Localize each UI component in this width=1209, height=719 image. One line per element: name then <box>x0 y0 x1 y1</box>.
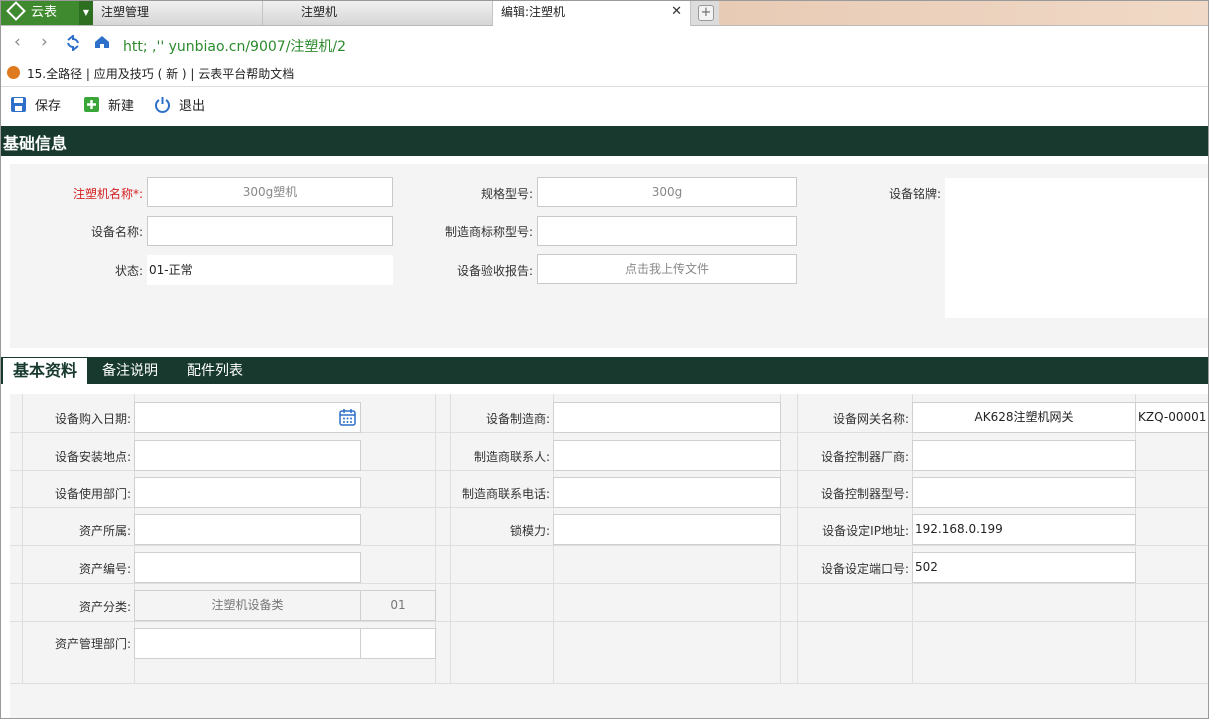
tab-label: 编辑:注塑机 <box>501 5 566 19</box>
asset-class-code: 01 <box>360 590 436 621</box>
refresh-icon[interactable] <box>65 35 81 51</box>
app-menu-dropdown-icon[interactable]: ▼ <box>79 1 93 25</box>
add-icon <box>84 97 99 112</box>
save-icon <box>11 97 26 112</box>
exit-button[interactable]: 退出 <box>154 96 205 118</box>
asset-department-code <box>360 628 436 659</box>
tab-basic-data[interactable]: 基本资料 <box>3 358 88 384</box>
manufacturer-model-field[interactable] <box>537 216 797 246</box>
asset-number-label: 资产编号: <box>78 562 131 576</box>
section-title: 基础信息 <box>3 134 68 153</box>
controller-model-field[interactable] <box>912 477 1136 508</box>
device-name-field[interactable] <box>147 216 393 246</box>
spec-label: 规格型号: <box>480 187 533 201</box>
asset-number-field[interactable] <box>134 552 361 583</box>
install-location-field[interactable] <box>134 440 361 471</box>
new-label: 新建 <box>108 99 135 114</box>
nameplate-image-area[interactable] <box>945 178 1208 318</box>
asset-class-label: 资产分类: <box>78 600 131 614</box>
app-logo-icon <box>6 1 26 21</box>
asset-owner-label: 资产所属: <box>78 524 131 538</box>
back-icon[interactable]: ‹ <box>14 32 21 52</box>
use-department-label: 设备使用部门: <box>54 487 131 501</box>
spec-field[interactable]: 300g <box>537 177 797 207</box>
bookmark-icon <box>7 66 20 79</box>
controller-manufacturer-label: 设备控制器厂商: <box>820 450 909 464</box>
tab-strip: 云表 ▼ 注塑管理 注塑机 编辑:注塑机 ✕ + <box>1 1 1208 26</box>
manufacturer-model-label: 制造商标称型号: <box>444 225 533 239</box>
grid-divider <box>797 394 798 684</box>
grid-divider <box>10 545 1208 546</box>
new-button[interactable]: 新建 <box>83 96 134 118</box>
forward-icon[interactable]: › <box>41 32 48 52</box>
grid-divider <box>10 683 1208 684</box>
tab-remarks[interactable]: 备注说明 <box>102 358 158 384</box>
port-field[interactable]: 502 <box>912 552 1136 583</box>
home-icon[interactable] <box>94 35 110 49</box>
asset-owner-field[interactable] <box>134 514 361 545</box>
port-label: 设备设定端口号: <box>820 562 909 576</box>
manufacturer-phone-label: 制造商联系电话: <box>461 487 550 501</box>
machine-name-field[interactable]: 300g塑机 <box>147 177 393 207</box>
purchase-date-field[interactable] <box>134 402 361 433</box>
clamp-force-field[interactable] <box>553 514 781 545</box>
purchase-date-label: 设备购入日期: <box>54 412 131 426</box>
grid-divider <box>10 621 1208 622</box>
controller-model-label: 设备控制器型号: <box>820 487 909 501</box>
browser-window: 云表 ▼ 注塑管理 注塑机 编辑:注塑机 ✕ + ‹ › htt; ,'' yun… <box>0 0 1209 719</box>
ip-address-label: 设备设定IP地址: <box>822 524 909 538</box>
use-department-field[interactable] <box>134 477 361 508</box>
gateway-code: KZQ-00001 <box>1135 402 1208 433</box>
manufacturer-phone-field[interactable] <box>553 477 781 508</box>
asset-class-field[interactable]: 注塑机设备类 <box>134 590 361 621</box>
bookmark-bar: 15.全路径 | 应用及技巧 ( 新 ) | 云表平台帮助文档 <box>1 61 1208 87</box>
controller-manufacturer-field[interactable] <box>912 440 1136 471</box>
gateway-name-field[interactable]: AK628注塑机网关 <box>912 402 1136 433</box>
power-icon <box>155 97 170 113</box>
grid-divider <box>450 394 451 684</box>
app-name: 云表 <box>31 5 58 20</box>
upload-file-button[interactable]: 点击我上传文件 <box>537 254 797 284</box>
machine-name-label: 注塑机名称*: <box>72 187 143 201</box>
manufacturer-contact-label: 制造商联系人: <box>473 450 550 464</box>
asset-department-label: 资产管理部门: <box>54 637 131 651</box>
tab-strip-background <box>719 1 1208 25</box>
app-menu-button[interactable]: 云表 <box>1 1 79 25</box>
status-label: 状态: <box>114 264 143 278</box>
gateway-name-label: 设备网关名称: <box>832 412 909 426</box>
asset-department-field[interactable] <box>134 628 361 659</box>
subtab-bar <box>1 357 1208 384</box>
ip-address-field[interactable]: 192.168.0.199 <box>912 514 1136 545</box>
acceptance-report-label: 设备验收报告: <box>456 264 533 278</box>
navigation-bar: ‹ › htt; ,'' yunbiao.cn/9007/注塑机/2 <box>1 26 1208 61</box>
calendar-icon[interactable] <box>339 409 356 426</box>
exit-label: 退出 <box>179 99 206 114</box>
tab-label: 注塑管理 <box>101 5 150 19</box>
manufacturer-contact-field[interactable] <box>553 440 781 471</box>
tab-parts-list[interactable]: 配件列表 <box>187 358 243 384</box>
save-button[interactable]: 保存 <box>10 96 61 118</box>
close-tab-icon[interactable]: ✕ <box>671 1 682 23</box>
status-field[interactable]: 01-正常 <box>147 255 393 285</box>
clamp-force-label: 锁模力: <box>509 524 550 538</box>
section-header: 基础信息 <box>1 126 1208 156</box>
tab-edit-injection-machine[interactable]: 编辑:注塑机 ✕ <box>493 1 691 26</box>
tab-injection-management[interactable]: 注塑管理 <box>93 1 263 25</box>
toolbar: 保存 新建 退出 <box>1 88 1208 126</box>
device-name-label: 设备名称: <box>90 225 143 239</box>
bookmark-links[interactable]: 15.全路径 | 应用及技巧 ( 新 ) | 云表平台帮助文档 <box>27 65 294 82</box>
nameplate-label: 设备铭牌: <box>888 187 941 201</box>
manufacturer-field[interactable] <box>553 402 781 433</box>
new-tab-icon[interactable]: + <box>698 5 714 21</box>
address-bar[interactable]: htt; ,'' yunbiao.cn/9007/注塑机/2 <box>123 36 346 56</box>
install-location-label: 设备安装地点: <box>54 450 131 464</box>
tab-injection-machine[interactable]: 注塑机 <box>263 1 493 25</box>
grid-divider <box>10 583 1208 584</box>
manufacturer-label: 设备制造商: <box>485 412 550 426</box>
tab-label: 注塑机 <box>301 5 338 19</box>
save-label: 保存 <box>35 99 62 114</box>
